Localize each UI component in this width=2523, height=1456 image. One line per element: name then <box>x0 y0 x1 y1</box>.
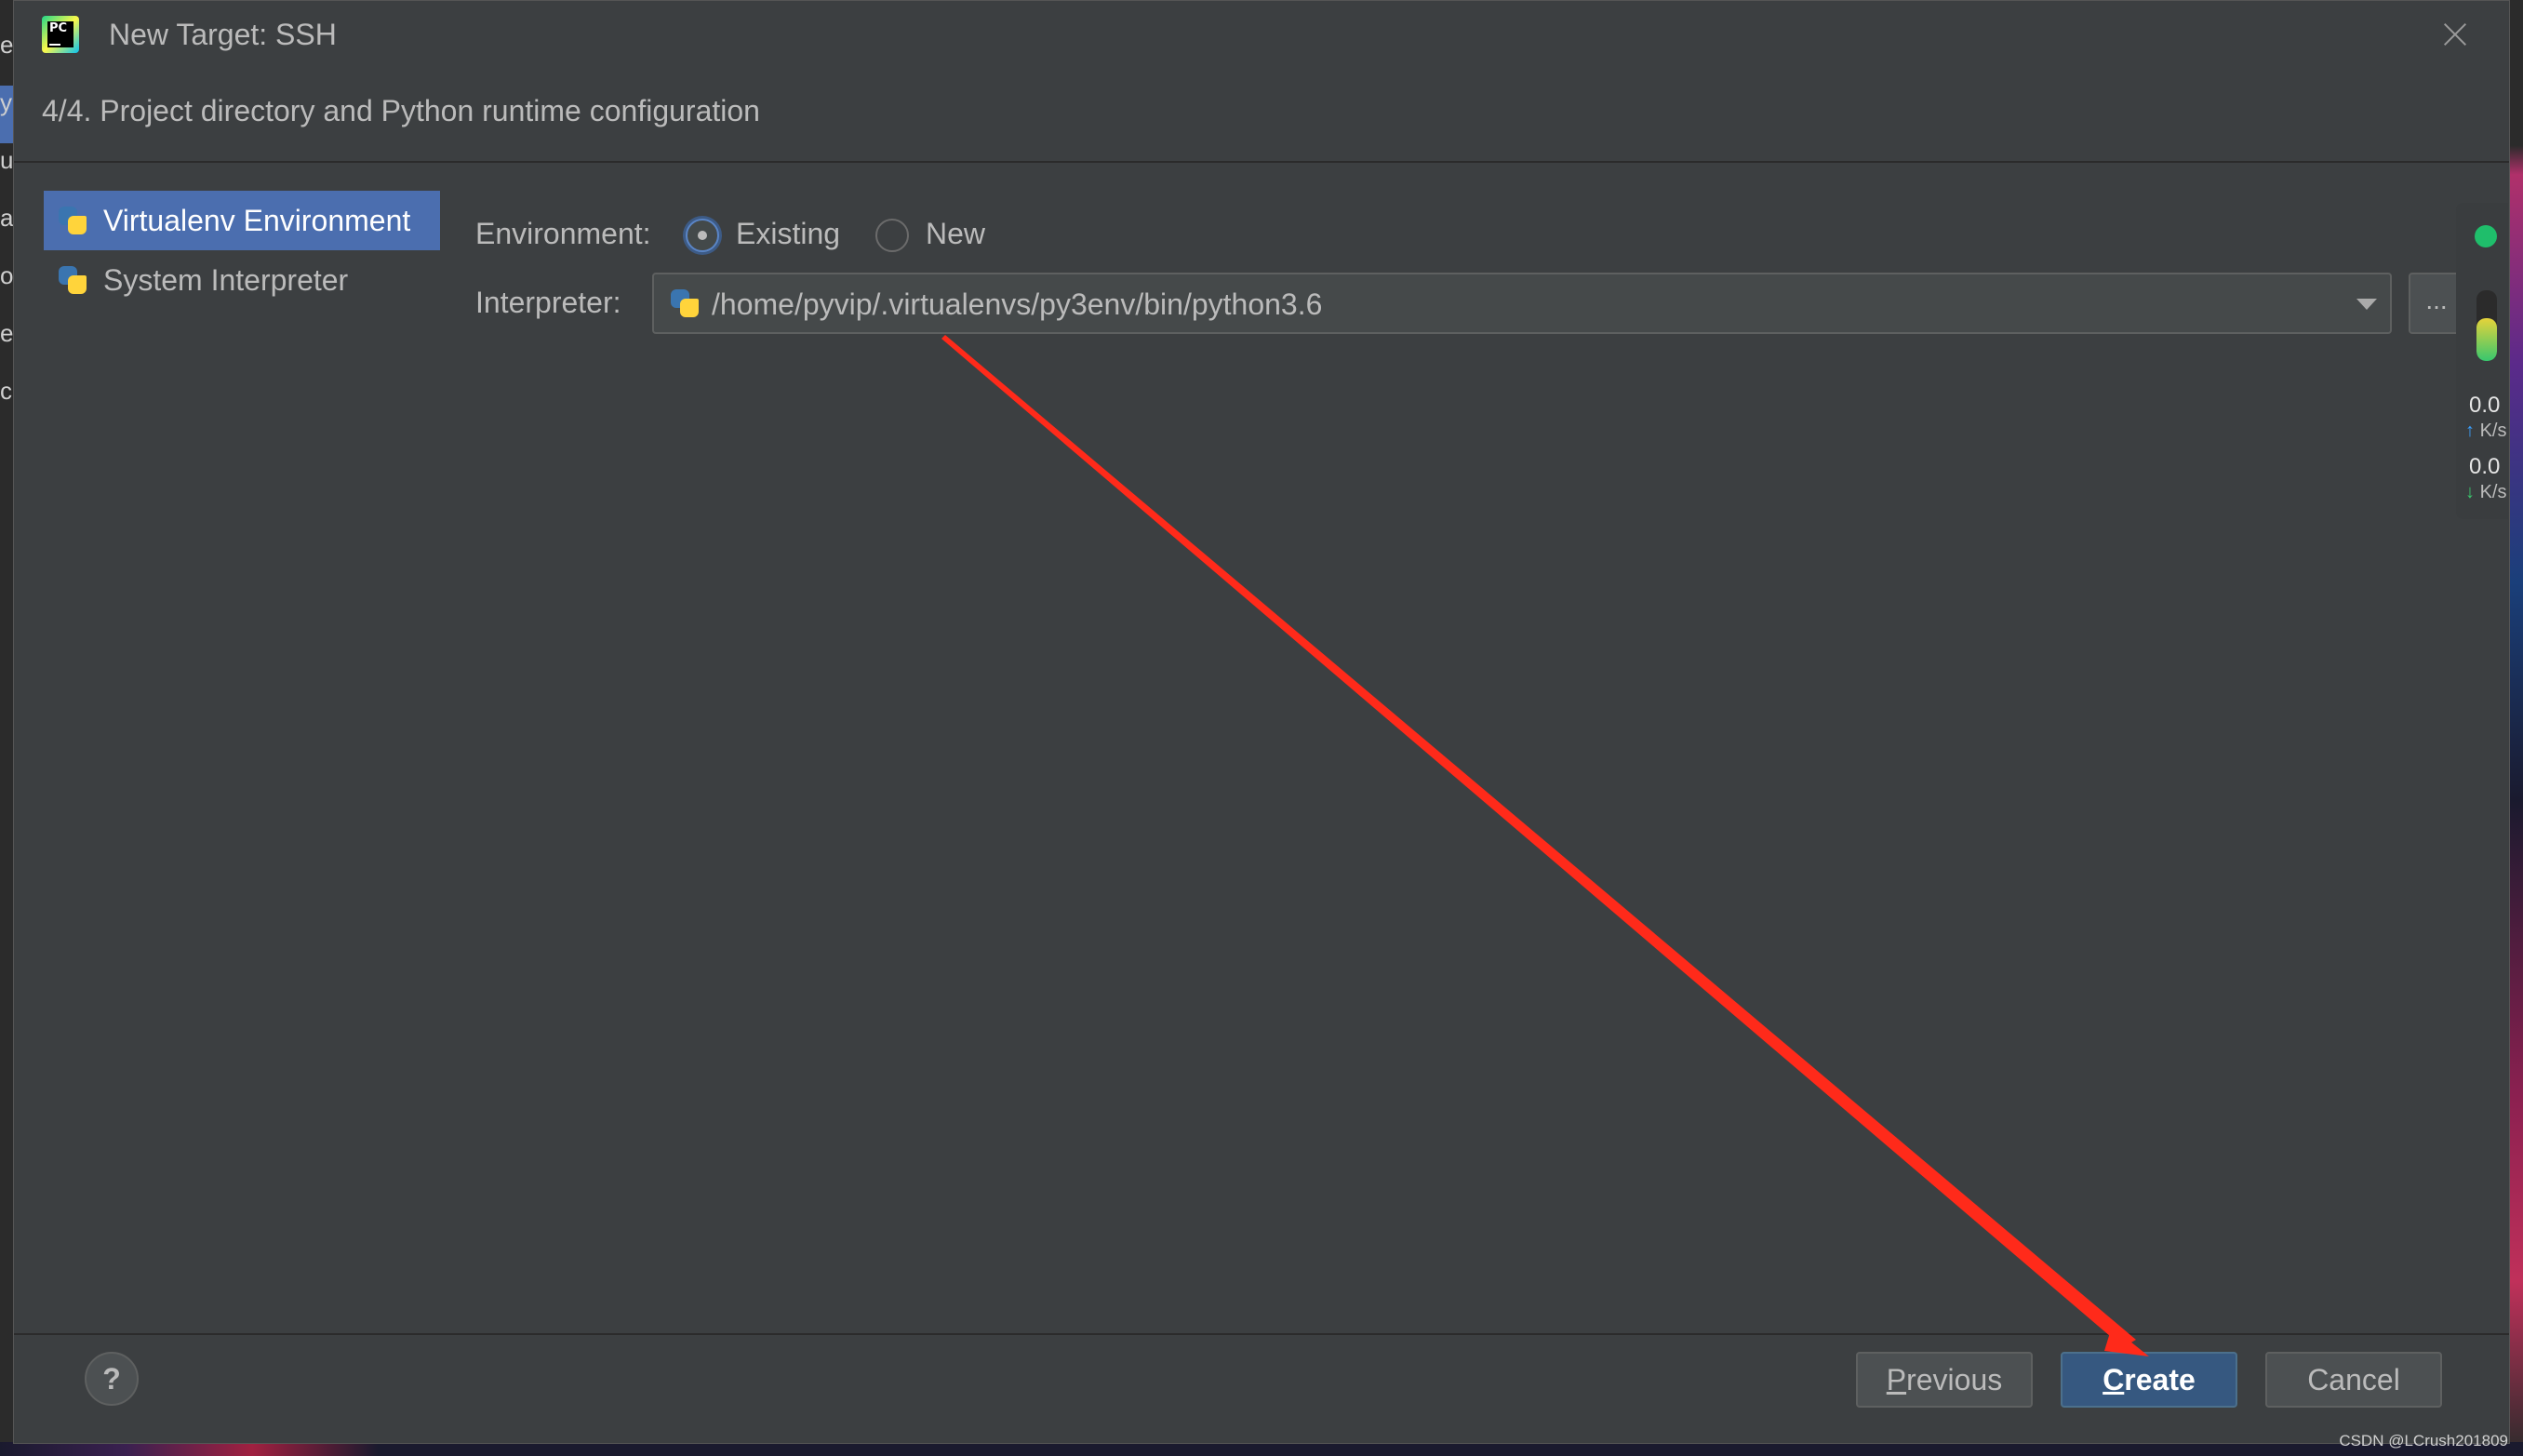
usage-bar <box>2476 290 2497 361</box>
arrow-up-icon: ↑ <box>2465 421 2475 441</box>
previous-button-label: revious <box>1906 1363 2003 1396</box>
python-icon <box>669 287 701 319</box>
upload-speed-unit: ↑ K/s <box>2465 421 2506 442</box>
upload-speed-value: 0.0 <box>2469 393 2501 418</box>
list-item-virtualenv-environment[interactable]: Virtualenv Environment <box>44 191 440 250</box>
interpreter-path-value: /home/pyvip/.virtualenvs/py3env/bin/pyth… <box>712 287 1323 321</box>
footer-divider <box>14 1333 2509 1335</box>
chevron-down-icon[interactable] <box>2356 299 2377 310</box>
desktop-wallpaper-edge <box>2508 0 2523 1456</box>
python-icon <box>57 264 88 296</box>
interpreter-select[interactable]: /home/pyvip/.virtualenvs/py3env/bin/pyth… <box>652 273 2392 334</box>
download-unit-text: K/s <box>2479 482 2507 502</box>
list-item-label: Virtualenv Environment <box>103 203 411 237</box>
help-button[interactable]: ? <box>85 1352 139 1406</box>
download-speed-unit: ↓ K/s <box>2465 482 2506 503</box>
network-monitor-widget[interactable]: 0.0 ↑ K/s 0.0 ↓ K/s <box>2456 203 2508 519</box>
create-mnemonic: C <box>2102 1363 2125 1396</box>
interpreter-label: Interpreter: <box>475 286 621 319</box>
cancel-button[interactable]: Cancel <box>2265 1352 2442 1408</box>
new-radio-label[interactable]: New <box>926 217 985 251</box>
arrow-down-icon: ↓ <box>2465 482 2475 502</box>
python-icon <box>57 205 88 236</box>
pycharm-logo-icon: PC <box>42 16 79 53</box>
existing-radio[interactable] <box>686 219 719 252</box>
close-icon[interactable] <box>2438 18 2472 51</box>
existing-radio-label[interactable]: Existing <box>736 217 840 251</box>
new-radio[interactable] <box>875 219 909 252</box>
dialog-title: New Target: SSH <box>109 18 337 51</box>
watermark: CSDN @LCrush201809 <box>2339 1432 2508 1449</box>
step-header: 4/4. Project directory and Python runtim… <box>42 94 760 127</box>
list-item-system-interpreter[interactable]: System Interpreter <box>44 250 440 310</box>
status-dot-icon <box>2475 225 2497 247</box>
new-target-ssh-dialog: PC New Target: SSH 4/4. Project director… <box>13 0 2510 1444</box>
environment-label: Environment: <box>475 217 651 250</box>
header-divider <box>14 161 2509 163</box>
create-button-label: reate <box>2124 1363 2196 1396</box>
list-item-label: System Interpreter <box>103 262 349 297</box>
previous-mnemonic: P <box>1886 1363 1907 1396</box>
upload-unit-text: K/s <box>2479 421 2507 441</box>
previous-button[interactable]: Previous <box>1856 1352 2033 1408</box>
desktop-wallpaper-bottom <box>0 1442 2523 1456</box>
environment-type-list: Virtualenv Environment System Interprete… <box>44 191 440 310</box>
download-speed-value: 0.0 <box>2469 454 2501 479</box>
create-button[interactable]: Create <box>2061 1352 2237 1408</box>
dialog-titlebar[interactable]: PC New Target: SSH <box>14 1 2509 70</box>
